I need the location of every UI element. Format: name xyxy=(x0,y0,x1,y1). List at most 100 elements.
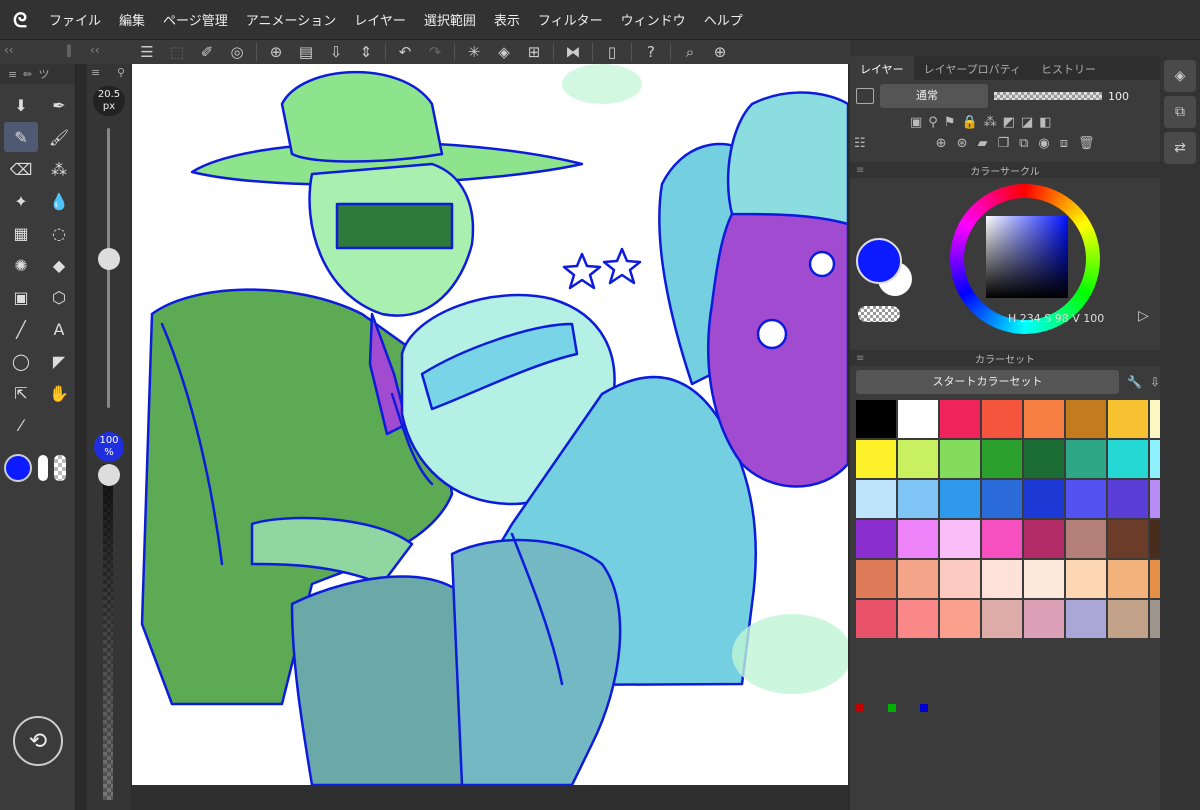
sub-color-swatch[interactable] xyxy=(38,455,48,481)
color-swatch[interactable] xyxy=(982,600,1022,638)
pen-tab-icon[interactable]: ✏ xyxy=(23,68,32,81)
trash-icon[interactable]: 🗑 xyxy=(1078,136,1095,151)
blend-icon[interactable]: 💧 xyxy=(42,186,76,216)
menu-item-0[interactable]: ファイル xyxy=(40,10,110,29)
color-swatch[interactable] xyxy=(898,480,938,518)
history-icon[interactable]: ⇄ xyxy=(1164,132,1196,164)
color-swatch[interactable] xyxy=(940,440,980,478)
color-swatch[interactable] xyxy=(1066,400,1106,438)
main-color-swatch[interactable] xyxy=(4,454,32,482)
layer-tab-0[interactable]: レイヤー xyxy=(850,56,914,80)
mask-icon[interactable]: ◉ xyxy=(1038,136,1049,151)
layer-color-icon[interactable]: ◧ xyxy=(1039,115,1051,130)
gradient-icon[interactable]: ▣ xyxy=(4,282,38,312)
flip-icon[interactable]: ⧓ xyxy=(558,40,588,64)
grip-icon[interactable]: ≡ xyxy=(91,66,100,79)
menu-item-2[interactable]: ページ管理 xyxy=(154,10,237,29)
menu-item-1[interactable]: 編集 xyxy=(110,10,154,29)
image-edit-icon[interactable]: ✐ xyxy=(192,40,222,64)
layer-draft-icon[interactable]: ◪ xyxy=(1021,115,1033,130)
pen-icon[interactable]: ✒ xyxy=(42,90,76,120)
new-canvas-icon[interactable]: ⬚ xyxy=(162,40,192,64)
shape-icon[interactable]: ⬡ xyxy=(42,282,76,312)
color-swatch[interactable] xyxy=(898,400,938,438)
grip-icon[interactable]: ‖ xyxy=(66,43,72,57)
color-swatch[interactable] xyxy=(1024,480,1064,518)
wrench-icon[interactable]: 🔧 xyxy=(1127,375,1142,389)
grip-icon[interactable]: ≡ xyxy=(856,353,864,364)
redo-icon[interactable]: ↷ xyxy=(420,40,450,64)
color-swatch[interactable] xyxy=(898,440,938,478)
menu-icon[interactable]: ☰ xyxy=(132,40,162,64)
layer-clip-icon[interactable]: ⚑ xyxy=(944,115,956,130)
layer-list-icon[interactable]: ☷ xyxy=(854,136,866,151)
menu-item-9[interactable]: ヘルプ xyxy=(695,10,752,29)
menu-item-7[interactable]: フィルター xyxy=(529,10,612,29)
color-swatch[interactable] xyxy=(856,440,896,478)
blue-color-chip[interactable] xyxy=(920,704,928,712)
color-swatch[interactable] xyxy=(856,600,896,638)
color-swatch[interactable] xyxy=(1108,600,1148,638)
new-vector-icon[interactable]: ⊛ xyxy=(957,136,968,151)
save-icon[interactable]: ⇩ xyxy=(321,40,351,64)
color-swatch[interactable] xyxy=(940,600,980,638)
menu-item-8[interactable]: ウィンドウ xyxy=(612,10,695,29)
fill-icon[interactable]: ◈ xyxy=(489,40,519,64)
merge-icon[interactable]: ⧉ xyxy=(1019,136,1028,151)
layer-color-icon[interactable] xyxy=(856,88,874,104)
fill-bucket-icon[interactable]: ◆ xyxy=(42,250,76,280)
opacity-track[interactable] xyxy=(103,464,113,800)
layer-ref-icon[interactable]: ⁂ xyxy=(984,115,997,130)
new-folder-icon[interactable]: ▰ xyxy=(977,136,987,151)
color-swatch[interactable] xyxy=(1024,520,1064,558)
mesh-icon[interactable]: ▦ xyxy=(4,218,38,248)
grip-icon[interactable]: ≡ xyxy=(856,165,864,176)
loading-icon[interactable]: ✳ xyxy=(459,40,489,64)
color-swatch[interactable] xyxy=(1108,560,1148,598)
color-swatch[interactable] xyxy=(982,480,1022,518)
color-swatch[interactable] xyxy=(982,560,1022,598)
chevron-updown-icon[interactable]: ⇕ xyxy=(351,40,381,64)
undo-icon[interactable]: ↶ xyxy=(390,40,420,64)
layer-mask-icon[interactable]: ◩ xyxy=(1003,115,1015,130)
green-color-chip[interactable] xyxy=(888,704,896,712)
opacity-knob[interactable] xyxy=(98,464,120,486)
color-swatch[interactable] xyxy=(982,440,1022,478)
text-icon[interactable]: A xyxy=(42,314,76,344)
brush-icon[interactable]: 🖌 xyxy=(42,122,76,152)
layers-icon[interactable]: ◈ xyxy=(1164,60,1196,92)
color-swatch[interactable] xyxy=(1066,600,1106,638)
app-logo-icon[interactable]: ᘓ xyxy=(0,0,40,40)
transparent-color-pill[interactable] xyxy=(858,306,900,322)
add-page-icon[interactable]: ⊕ xyxy=(705,40,735,64)
menu-item-6[interactable]: 表示 xyxy=(485,10,529,29)
open-folder-icon[interactable]: ▤ xyxy=(291,40,321,64)
layer-tab-1[interactable]: レイヤープロパティ xyxy=(914,56,1031,80)
frame-icon[interactable]: ◤ xyxy=(42,346,76,376)
spray-icon[interactable]: ⁂ xyxy=(42,154,76,184)
color-swatch[interactable] xyxy=(898,560,938,598)
device-icon[interactable]: ▯ xyxy=(597,40,627,64)
line-icon[interactable]: ╱ xyxy=(4,314,38,344)
color-swatch[interactable] xyxy=(856,400,896,438)
transform-icon[interactable]: ⊞ xyxy=(519,40,549,64)
layer-pin-icon[interactable]: ⚲ xyxy=(928,115,938,130)
sub-tool-icon[interactable]: ⬇ xyxy=(4,90,38,120)
layer-tab-2[interactable]: ヒストリー xyxy=(1031,56,1106,80)
menu-item-5[interactable]: 選択範囲 xyxy=(415,10,485,29)
color-swatch[interactable] xyxy=(1024,400,1064,438)
collapse-left-icon[interactable]: ‹‹ xyxy=(90,43,100,57)
blend-mode-select[interactable]: 通常 xyxy=(880,84,988,108)
sparkle-icon[interactable]: ✦ xyxy=(4,186,38,216)
drawing-canvas[interactable] xyxy=(132,64,848,785)
hand-icon[interactable]: ✋ xyxy=(42,378,76,408)
pencil-icon[interactable]: ✎ xyxy=(4,122,38,152)
layers-stack-icon[interactable]: ⧉ xyxy=(1164,96,1196,128)
color-swatch[interactable] xyxy=(898,600,938,638)
color-swatch[interactable] xyxy=(1066,480,1106,518)
color-swatch[interactable] xyxy=(1024,560,1064,598)
collapse-left-icon[interactable]: ‹‹ xyxy=(4,43,14,57)
color-swatch[interactable] xyxy=(1066,440,1106,478)
move-icon[interactable]: ⇱ xyxy=(4,378,38,408)
red-color-chip[interactable] xyxy=(856,704,864,712)
